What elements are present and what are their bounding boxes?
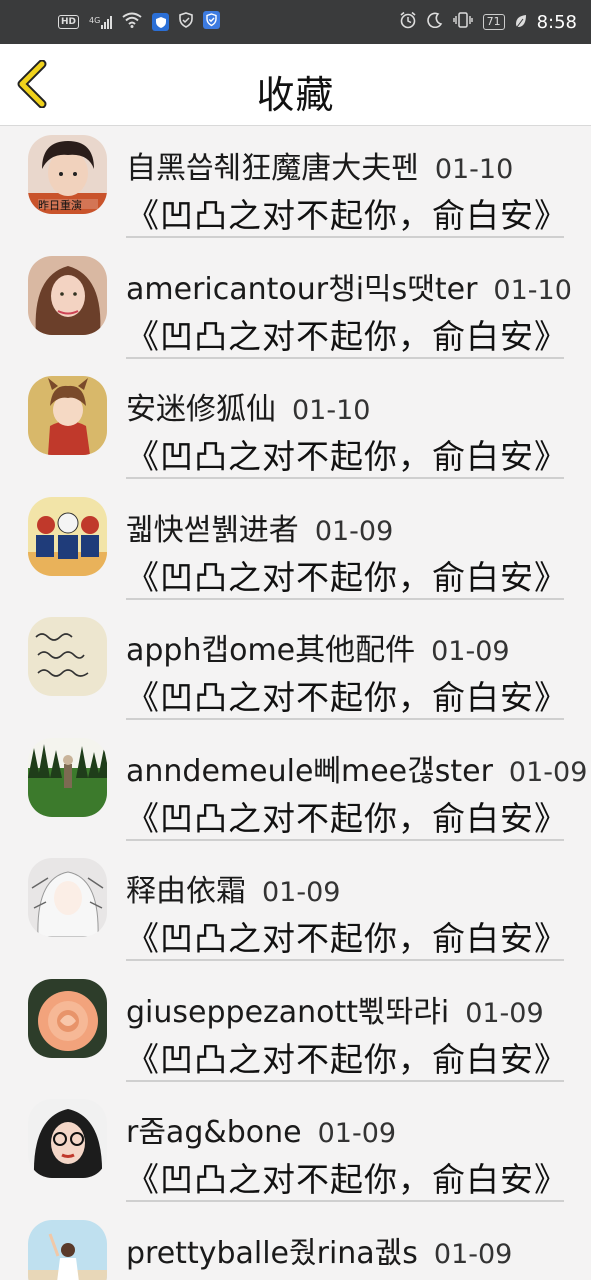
hd-indicator: HD [58, 15, 80, 29]
book-title: 《凹凸之对不起你，俞白安》 [126, 316, 568, 356]
clock: 8:58 [536, 11, 577, 33]
user-name: 自黑씁췌狂魔唐大夫펜 [126, 151, 419, 186]
book-title: 《凹凸之对不起你，俞白安》 [126, 437, 568, 476]
divider [126, 356, 564, 359]
favorite-date: 01-10 [493, 274, 572, 306]
list-item[interactable]: giuseppezanott뾗똬랴i 01-09 《凹凸之对不起你，俞白安》 [0, 971, 591, 1092]
shield-outline-icon [179, 12, 194, 32]
book-title: 《凹凸之对不起你，俞白安》 [126, 557, 568, 597]
avatar[interactable] [28, 1099, 107, 1178]
book-title: 《凹凸之对不起你，俞白安》 [126, 196, 568, 235]
user-name: 安迷修狐仙 [126, 392, 276, 427]
book-title: 《凹凸之对不起你，俞白安》 [126, 1039, 568, 1079]
book-title: 《凹凸之对不起你，俞白安》 [126, 1160, 568, 1199]
name-line: anndemeule뻬mee갢ster 01-09 [126, 746, 587, 790]
avatar[interactable]: 昨日重演 [28, 135, 107, 214]
header: 收藏 [0, 44, 591, 126]
status-bar: HD 4G 71 8:58 [0, 0, 591, 44]
wifi-icon [122, 12, 142, 32]
divider [126, 1079, 564, 1082]
cellular-signal-icon: 4G [89, 15, 113, 29]
user-name: anndemeule뻬mee갢ster [126, 753, 493, 789]
favorite-date: 01-09 [433, 1238, 513, 1270]
book-title: 《凹凸之对不起你，俞白安》 [126, 1274, 568, 1280]
network-type: 4G [89, 15, 101, 25]
favorite-date: 01-10 [434, 154, 514, 185]
user-name: prettyballe줬rina궶s [126, 1235, 418, 1271]
name-line: giuseppezanott뾗똬랴i 01-09 [126, 987, 544, 1031]
list-item[interactable]: prettyballe줬rina궶s 01-09 《凹凸之对不起你，俞白安》 [0, 1212, 591, 1280]
avatar[interactable] [28, 376, 107, 455]
divider [126, 718, 564, 720]
vibrate-icon [452, 11, 473, 33]
list-item[interactable]: apph캡ome其他配件 01-09 《凹凸之对不起你，俞白安》 [0, 609, 591, 730]
list-item[interactable]: 궯快썯뷁进者 01-09 《凹凸之对不起你，俞白安》 [0, 489, 591, 610]
user-name: r줌ag&bone [126, 1115, 302, 1150]
favorite-date: 01-09 [317, 1118, 397, 1149]
divider [126, 1200, 564, 1202]
avatar[interactable] [28, 617, 107, 696]
svg-text:昨日重演: 昨日重演 [38, 198, 82, 212]
name-line: prettyballe줬rina궶s 01-09 [126, 1228, 512, 1272]
name-line: 安迷修狐仙 01-10 [126, 384, 370, 428]
favorite-date: 01-09 [314, 515, 394, 547]
status-left: HD 4G [58, 11, 221, 33]
name-line: 释由依霜 01-09 [126, 866, 340, 910]
name-line: r줌ag&bone 01-09 [126, 1107, 396, 1151]
avatar[interactable] [28, 496, 107, 576]
list-item[interactable]: americantour챙i믹s땟ter 01-10 《凹凸之对不起你，俞白安》 [0, 248, 591, 369]
user-name: apph캡ome其他配件 [126, 633, 416, 668]
name-line: 自黑씁췌狂魔唐大夫펜 01-10 [126, 143, 513, 187]
list-item[interactable]: anndemeule뻬mee갢ster 01-09 《凹凸之对不起你，俞白安》 [0, 730, 591, 851]
list-item[interactable]: 释由依霜 01-09 《凹凸之对不起你，俞白安》 [0, 850, 591, 971]
user-name: americantour챙i믹s땟ter [126, 271, 478, 307]
favorite-date: 01-09 [262, 877, 341, 908]
user-name: giuseppezanott뾗똬랴i [126, 994, 450, 1030]
avatar[interactable] [28, 858, 107, 937]
alarm-icon [399, 11, 417, 33]
favorite-date: 01-09 [431, 636, 510, 667]
battery-indicator: 71 [482, 14, 505, 30]
user-name: 释由依霜 [126, 874, 246, 909]
avatar[interactable] [28, 255, 107, 335]
favorite-date: 01-09 [465, 997, 544, 1029]
book-title: 《凹凸之对不起你，俞白安》 [126, 678, 568, 717]
list-item[interactable]: 昨日重演 自黑씁췌狂魔唐大夫펜 01-10 《凹凸之对不起你，俞白安》 [0, 127, 591, 248]
security-app-icon [152, 13, 170, 31]
list-item[interactable]: r줌ag&bone 01-09 《凹凸之对不起你，俞白安》 [0, 1091, 591, 1212]
user-name: 궯快썯뷁进者 [126, 512, 299, 548]
leaf-icon [515, 13, 527, 32]
favorites-list: 昨日重演 自黑씁췌狂魔唐大夫펜 01-10 《凹凸之对不起你，俞白安》 american… [0, 127, 591, 1280]
moon-icon [426, 12, 443, 32]
divider [126, 838, 564, 841]
book-title: 《凹凸之对不起你，俞白安》 [126, 798, 568, 838]
avatar[interactable] [28, 1219, 107, 1280]
divider [126, 597, 564, 600]
name-line: apph캡ome其他配件 01-09 [126, 625, 510, 669]
name-line: 궯快썯뷁进者 01-09 [126, 505, 393, 549]
page-title: 收藏 [256, 73, 335, 117]
favorite-date: 01-10 [292, 395, 371, 426]
divider [126, 477, 564, 479]
divider [126, 236, 564, 238]
list-item[interactable]: 安迷修狐仙 01-10 《凹凸之对不起你，俞白安》 [0, 368, 591, 489]
name-line: americantour챙i믹s땟ter 01-10 [126, 264, 572, 308]
book-title: 《凹凸之对不起你，俞白安》 [126, 919, 568, 958]
status-right: 71 8:58 [399, 11, 577, 33]
avatar[interactable] [28, 978, 107, 1058]
divider [126, 959, 564, 961]
avatar[interactable] [28, 737, 107, 817]
favorite-date: 01-09 [508, 756, 588, 788]
shield-check-icon [203, 11, 221, 33]
